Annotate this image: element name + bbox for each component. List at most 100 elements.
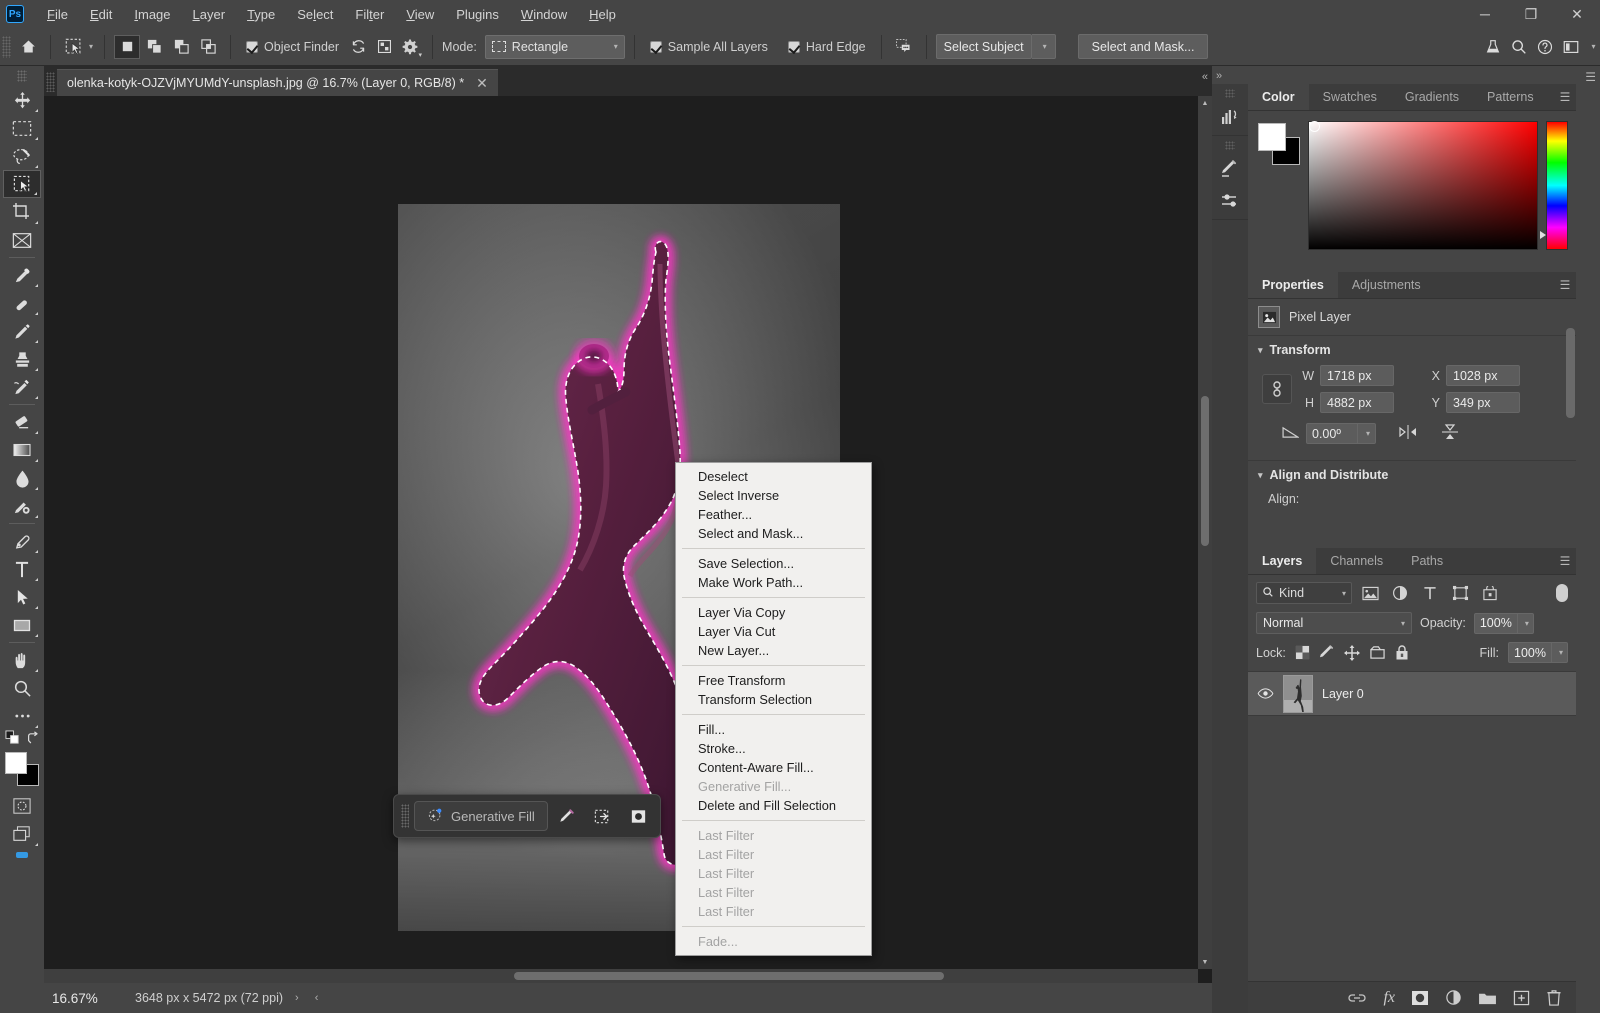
- context-menu-item-new-layer[interactable]: New Layer...: [676, 641, 871, 660]
- tab-patterns[interactable]: Patterns: [1473, 84, 1548, 110]
- intersect-selection-button[interactable]: [195, 35, 221, 59]
- x-input[interactable]: 1028 px: [1446, 365, 1520, 386]
- context-menu-item-feather[interactable]: Feather...: [676, 505, 871, 524]
- fill-input[interactable]: 100%: [1508, 642, 1552, 663]
- transform-section-header[interactable]: ▾ Transform: [1258, 343, 1566, 357]
- select-and-mask-button[interactable]: Select and Mask...: [1077, 34, 1209, 59]
- color-picker-field[interactable]: [1308, 121, 1538, 250]
- flip-vertical-icon[interactable]: [1440, 423, 1460, 444]
- mode-select[interactable]: Rectangle ▾: [484, 34, 625, 59]
- lasso-tool[interactable]: [3, 142, 41, 170]
- menu-filter[interactable]: Filter: [344, 3, 395, 26]
- rectangular-marquee-tool[interactable]: [3, 114, 41, 142]
- menu-view[interactable]: View: [395, 3, 445, 26]
- canvas-horizontal-scrollbar[interactable]: [44, 969, 1198, 983]
- width-input[interactable]: 1718 px: [1320, 365, 1394, 386]
- move-tool[interactable]: [3, 86, 41, 114]
- gradient-tool[interactable]: [3, 436, 41, 464]
- more-tools-button[interactable]: [3, 702, 41, 730]
- menu-select[interactable]: Select: [286, 3, 344, 26]
- hand-tool[interactable]: [3, 646, 41, 674]
- feedback-icon[interactable]: [891, 34, 917, 60]
- new-adjustment-icon[interactable]: [1445, 989, 1462, 1006]
- help-icon[interactable]: [1532, 34, 1558, 60]
- opacity-input[interactable]: 100%: [1473, 612, 1518, 634]
- hue-slider[interactable]: [1540, 121, 1568, 250]
- collapse-tabs-icon[interactable]: «: [1202, 71, 1208, 83]
- context-menu-item-save-selection[interactable]: Save Selection...: [676, 554, 871, 573]
- adjustment-filter-icon[interactable]: [1388, 582, 1412, 604]
- context-menu-item-delete-and-fill-selection[interactable]: Delete and Fill Selection: [676, 796, 871, 815]
- context-menu-item-make-work-path[interactable]: Make Work Path...: [676, 573, 871, 592]
- select-subject-button[interactable]: Select Subject: [935, 34, 1032, 59]
- tab-adjustments[interactable]: Adjustments: [1337, 272, 1435, 298]
- context-menu-item-fill[interactable]: Fill...: [676, 720, 871, 739]
- new-group-icon[interactable]: [1478, 990, 1497, 1005]
- object-selection-tool[interactable]: [3, 170, 41, 198]
- transform-selection-icon[interactable]: [586, 801, 620, 831]
- angle-dropdown[interactable]: ▾: [1358, 423, 1376, 444]
- menu-edit[interactable]: Edit: [79, 3, 123, 26]
- zoom-tool[interactable]: [3, 674, 41, 702]
- options-bar-grip[interactable]: [2, 35, 11, 58]
- menu-type[interactable]: Type: [236, 3, 286, 26]
- swap-colors-icon[interactable]: [26, 730, 40, 748]
- fx-icon[interactable]: fx: [1383, 989, 1395, 1007]
- filter-kind-select[interactable]: Kind ▾: [1256, 582, 1352, 604]
- color-picker-marker[interactable]: [1309, 121, 1320, 132]
- brush-tool[interactable]: [3, 317, 41, 345]
- tab-color[interactable]: Color: [1248, 84, 1309, 110]
- context-menu-item-deselect[interactable]: Deselect: [676, 467, 871, 486]
- link-layers-icon[interactable]: [1347, 992, 1367, 1004]
- pixel-filter-icon[interactable]: [1358, 582, 1382, 604]
- eraser-tool[interactable]: [3, 408, 41, 436]
- minimize-button[interactable]: ─: [1462, 0, 1508, 28]
- histogram-icon[interactable]: [1216, 104, 1244, 130]
- type-tool[interactable]: [3, 555, 41, 583]
- document-tab[interactable]: olenka-kotyk-OJZVjMYUMdY-unsplash.jpg @ …: [57, 69, 498, 96]
- canvas-area[interactable]: Generative Fill ▲ ▼: [44, 96, 1212, 983]
- show-overlay-icon[interactable]: [371, 34, 397, 60]
- properties-panel-menu-icon[interactable]: ☰: [1554, 272, 1576, 298]
- tab-properties[interactable]: Properties: [1248, 272, 1338, 298]
- frame-tool[interactable]: [3, 226, 41, 254]
- default-colors-icon[interactable]: [4, 730, 20, 748]
- layer-name[interactable]: Layer 0: [1322, 687, 1364, 701]
- hard-edge-checkbox[interactable]: Hard Edge: [782, 40, 872, 54]
- layer-row[interactable]: Layer 0: [1248, 672, 1576, 716]
- context-menu-item-layer-via-cut[interactable]: Layer Via Cut: [676, 622, 871, 641]
- mask-icon[interactable]: [622, 801, 656, 831]
- context-menu-item-free-transform[interactable]: Free Transform: [676, 671, 871, 690]
- rectangle-tool[interactable]: [3, 611, 41, 639]
- layer-thumbnail[interactable]: [1283, 674, 1313, 713]
- align-section-header[interactable]: ▾ Align and Distribute: [1258, 468, 1566, 482]
- crop-tool[interactable]: [3, 198, 41, 226]
- context-menu-item-content-aware-fill[interactable]: Content-Aware Fill...: [676, 758, 871, 777]
- context-menu-item-layer-via-copy[interactable]: Layer Via Copy: [676, 603, 871, 622]
- generative-fill-button[interactable]: Generative Fill: [414, 801, 548, 831]
- canvas-context-menu[interactable]: Deselect Select Inverse Feather... Select a…: [675, 462, 872, 956]
- close-button[interactable]: ✕: [1554, 0, 1600, 28]
- scroll-down-arrow-icon[interactable]: ▼: [1198, 955, 1212, 969]
- new-selection-button[interactable]: [114, 34, 141, 59]
- lock-position-icon[interactable]: [1343, 644, 1360, 661]
- toolbar-grip[interactable]: [17, 70, 27, 82]
- color-swatches[interactable]: [5, 752, 39, 786]
- path-selection-tool[interactable]: [3, 583, 41, 611]
- layers-panel-menu-icon[interactable]: ☰: [1554, 548, 1576, 574]
- lock-all-icon[interactable]: [1395, 644, 1409, 661]
- workspace-icon[interactable]: [1558, 34, 1584, 60]
- menu-layer[interactable]: Layer: [182, 3, 237, 26]
- tabstrip-grip[interactable]: [46, 72, 55, 92]
- status-prev-icon[interactable]: ‹: [311, 992, 323, 1004]
- taskbar-grip[interactable]: [401, 804, 409, 828]
- tab-swatches[interactable]: Swatches: [1308, 84, 1391, 110]
- screen-mode-icon[interactable]: [3, 820, 41, 848]
- dodge-tool[interactable]: [3, 492, 41, 520]
- add-mask-icon[interactable]: [1411, 990, 1429, 1006]
- clone-stamp-tool[interactable]: [3, 345, 41, 373]
- dock-menu-icon[interactable]: ☰: [1585, 70, 1596, 84]
- tab-layers[interactable]: Layers: [1248, 548, 1317, 574]
- menu-plugins[interactable]: Plugins: [445, 3, 510, 26]
- tab-gradients[interactable]: Gradients: [1390, 84, 1474, 110]
